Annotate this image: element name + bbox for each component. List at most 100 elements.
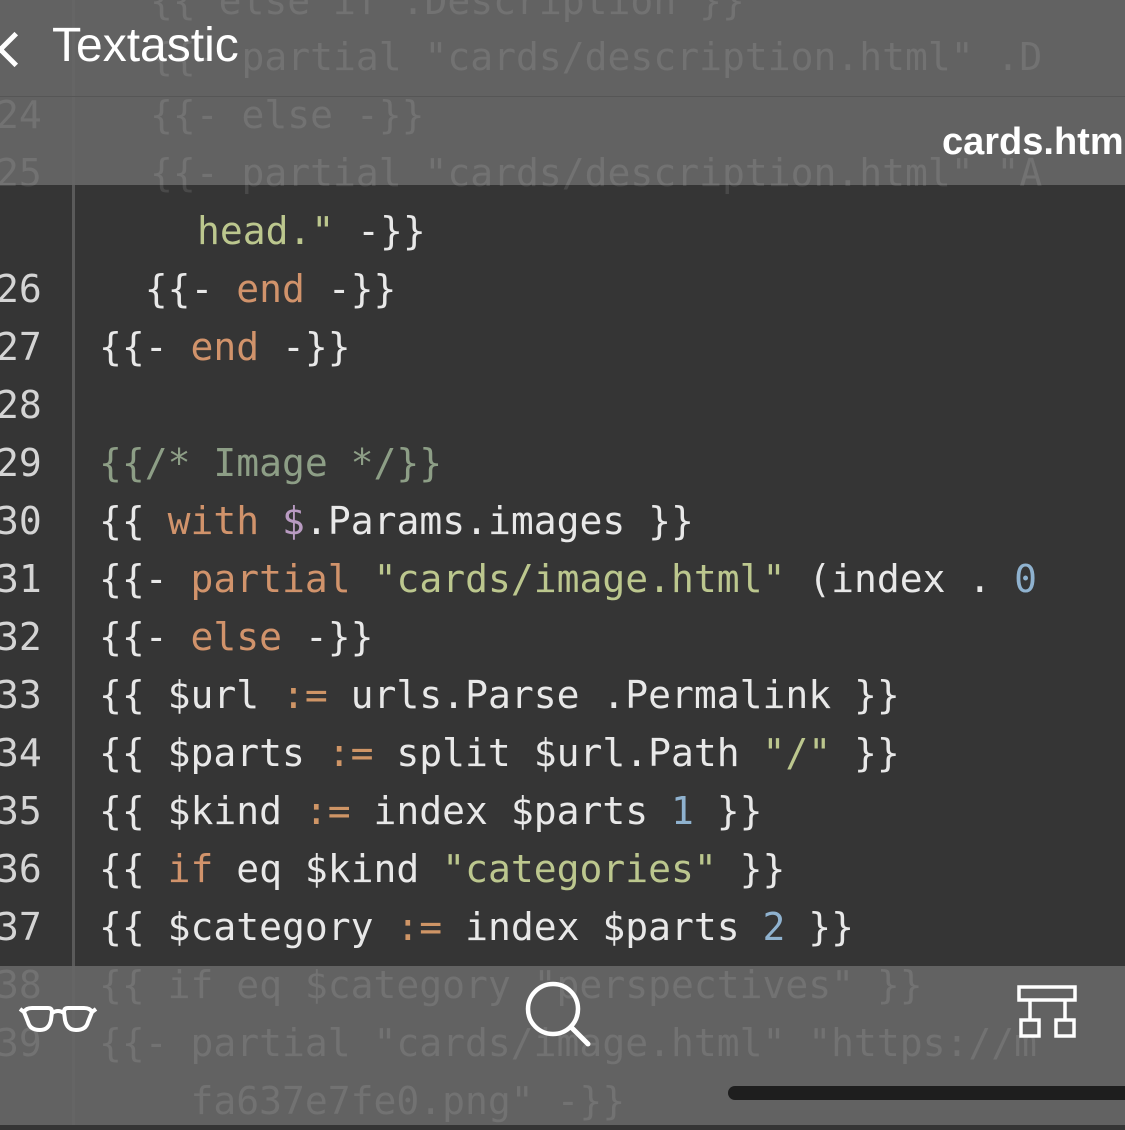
- ghost-line-number: 25: [0, 151, 42, 195]
- code-token: 2: [762, 905, 786, 949]
- line-number: 28: [0, 383, 42, 427]
- code-line[interactable]: head." -}}: [0, 202, 1125, 260]
- code-token: {{-: [99, 267, 237, 311]
- code-token: :=: [327, 731, 374, 775]
- glasses-icon: [18, 1006, 98, 1033]
- reader-mode-button[interactable]: [18, 990, 98, 1040]
- code-token: -}}: [259, 325, 351, 369]
- code-token: "/": [762, 731, 832, 775]
- code-token: }}: [785, 905, 855, 949]
- code-token: partial: [190, 557, 351, 601]
- line-code: {{- partial "cards/image.html" (index . …: [99, 550, 1037, 608]
- line-number: 31: [0, 557, 42, 601]
- code-token: end: [190, 325, 260, 369]
- code-token: .Params.images }}: [304, 499, 694, 543]
- code-line[interactable]: 28: [0, 376, 1125, 434]
- line-number: 34: [0, 731, 42, 775]
- line-code: {{ with $.Params.images }}: [99, 492, 694, 550]
- code-token: }}: [831, 731, 900, 775]
- line-code: head." -}}: [197, 202, 426, 260]
- file-title: cards.htm: [942, 121, 1124, 163]
- code-token: {{-: [99, 325, 191, 369]
- back-label: Textastic: [52, 19, 239, 72]
- code-token: {{ $kind: [99, 789, 305, 833]
- line-number: 37: [0, 905, 42, 949]
- bottom-toolbar: 38{{ if eq $category "perspectives" }} 39…: [0, 963, 1125, 1125]
- code-token: (index .: [785, 557, 1015, 601]
- code-token: -}}: [304, 267, 397, 311]
- navigation-bar: {{ else if .Description }} {{- partial "c…: [0, 0, 1125, 195]
- ghost-code-text: {{ if eq $category "perspectives" }}: [99, 963, 923, 1007]
- code-token: {{/* Image */}}: [99, 441, 443, 485]
- code-token: {{: [99, 847, 168, 891]
- code-token: {{-: [99, 615, 191, 659]
- code-token: $: [282, 499, 305, 543]
- code-token: :=: [282, 673, 328, 717]
- ghost-code-text: {{- partial "cards/description.html" "A: [150, 151, 1043, 195]
- chevron-left-icon: [0, 31, 33, 68]
- line-code: {{ $url := urls.Parse .Permalink }}: [99, 666, 900, 724]
- header-divider: [0, 96, 1125, 97]
- line-code: {{ $parts := split $url.Path "/" }}: [99, 724, 900, 782]
- line-number: 35: [0, 789, 42, 833]
- code-line[interactable]: 29 {{/* Image */}}: [0, 434, 1125, 492]
- code-token: }}: [693, 789, 763, 833]
- code-line[interactable]: 31 {{- partial "cards/image.html" (index …: [0, 550, 1125, 608]
- code-token: {{: [99, 499, 168, 543]
- ghost-line-number: 24: [0, 93, 42, 137]
- ghost-code-text: fa637e7fe0.png" -}}: [99, 1079, 626, 1123]
- code-token: else: [190, 615, 283, 659]
- line-code: {{ if eq $kind "categories" }}: [99, 840, 785, 898]
- line-code: {{ $kind := index $parts 1 }}: [99, 782, 763, 840]
- code-token: :=: [396, 905, 443, 949]
- code-token: with: [167, 499, 260, 543]
- code-token: :=: [304, 789, 351, 833]
- code-token: if: [167, 847, 214, 891]
- code-token: {{ $url: [99, 673, 283, 717]
- home-indicator: [728, 1086, 1125, 1100]
- line-number: 27: [0, 325, 42, 369]
- line-code: {{- end -}}: [99, 318, 351, 376]
- code-line[interactable]: 37 {{ $category := index $parts 2 }}: [0, 898, 1125, 956]
- code-line[interactable]: 27 {{- end -}}: [0, 318, 1125, 376]
- code-token: index $parts: [350, 789, 671, 833]
- line-number: 33: [0, 673, 42, 717]
- code-line[interactable]: 32 {{- else -}}: [0, 608, 1125, 666]
- code-token: "categories": [442, 847, 717, 891]
- code-line[interactable]: 36 {{ if eq $kind "categories" }}: [0, 840, 1125, 898]
- line-code: {{ $category := index $parts 2 }}: [99, 898, 854, 956]
- code-token: "cards/image.html": [373, 557, 786, 601]
- code-token: split $url.Path: [373, 731, 763, 775]
- code-token: -}}: [282, 615, 374, 659]
- code-token: end: [236, 267, 305, 311]
- code-token: eq $kind: [213, 847, 443, 891]
- code-token: urls.Parse .Permalink }}: [327, 673, 900, 717]
- code-token: }}: [716, 847, 786, 891]
- code-token: {{-: [99, 557, 191, 601]
- line-number: 32: [0, 615, 42, 659]
- line-code: {{- else -}}: [99, 608, 374, 666]
- back-button[interactable]: Textastic: [0, 14, 300, 78]
- code-token: {{ $category: [99, 905, 397, 949]
- line-number: 26: [0, 267, 42, 311]
- ghost-code-text: {{- else -}}: [150, 93, 425, 137]
- line-code: {{- end -}}: [99, 260, 397, 318]
- symbols-button[interactable]: [1016, 984, 1080, 1042]
- search-icon: [525, 981, 591, 1047]
- line-code: {{/* Image */}}: [99, 434, 442, 492]
- code-line[interactable]: 26 {{- end -}}: [0, 260, 1125, 318]
- code-line[interactable]: 33 {{ $url := urls.Parse .Permalink }}: [0, 666, 1125, 724]
- search-button[interactable]: [522, 978, 594, 1050]
- code-token: index $parts: [442, 905, 763, 949]
- code-token: head.": [197, 209, 335, 253]
- code-line[interactable]: 35 {{ $kind := index $parts 1 }}: [0, 782, 1125, 840]
- code-token: {{ $parts: [99, 731, 328, 775]
- code-token: 0: [1014, 557, 1038, 601]
- code-line[interactable]: 30 {{ with $.Params.images }}: [0, 492, 1125, 550]
- code-token: 1: [670, 789, 694, 833]
- code-line[interactable]: 34 {{ $parts := split $url.Path "/" }}: [0, 724, 1125, 782]
- symbol-tree-icon: [1017, 985, 1077, 1038]
- code-token: -}}: [334, 209, 426, 253]
